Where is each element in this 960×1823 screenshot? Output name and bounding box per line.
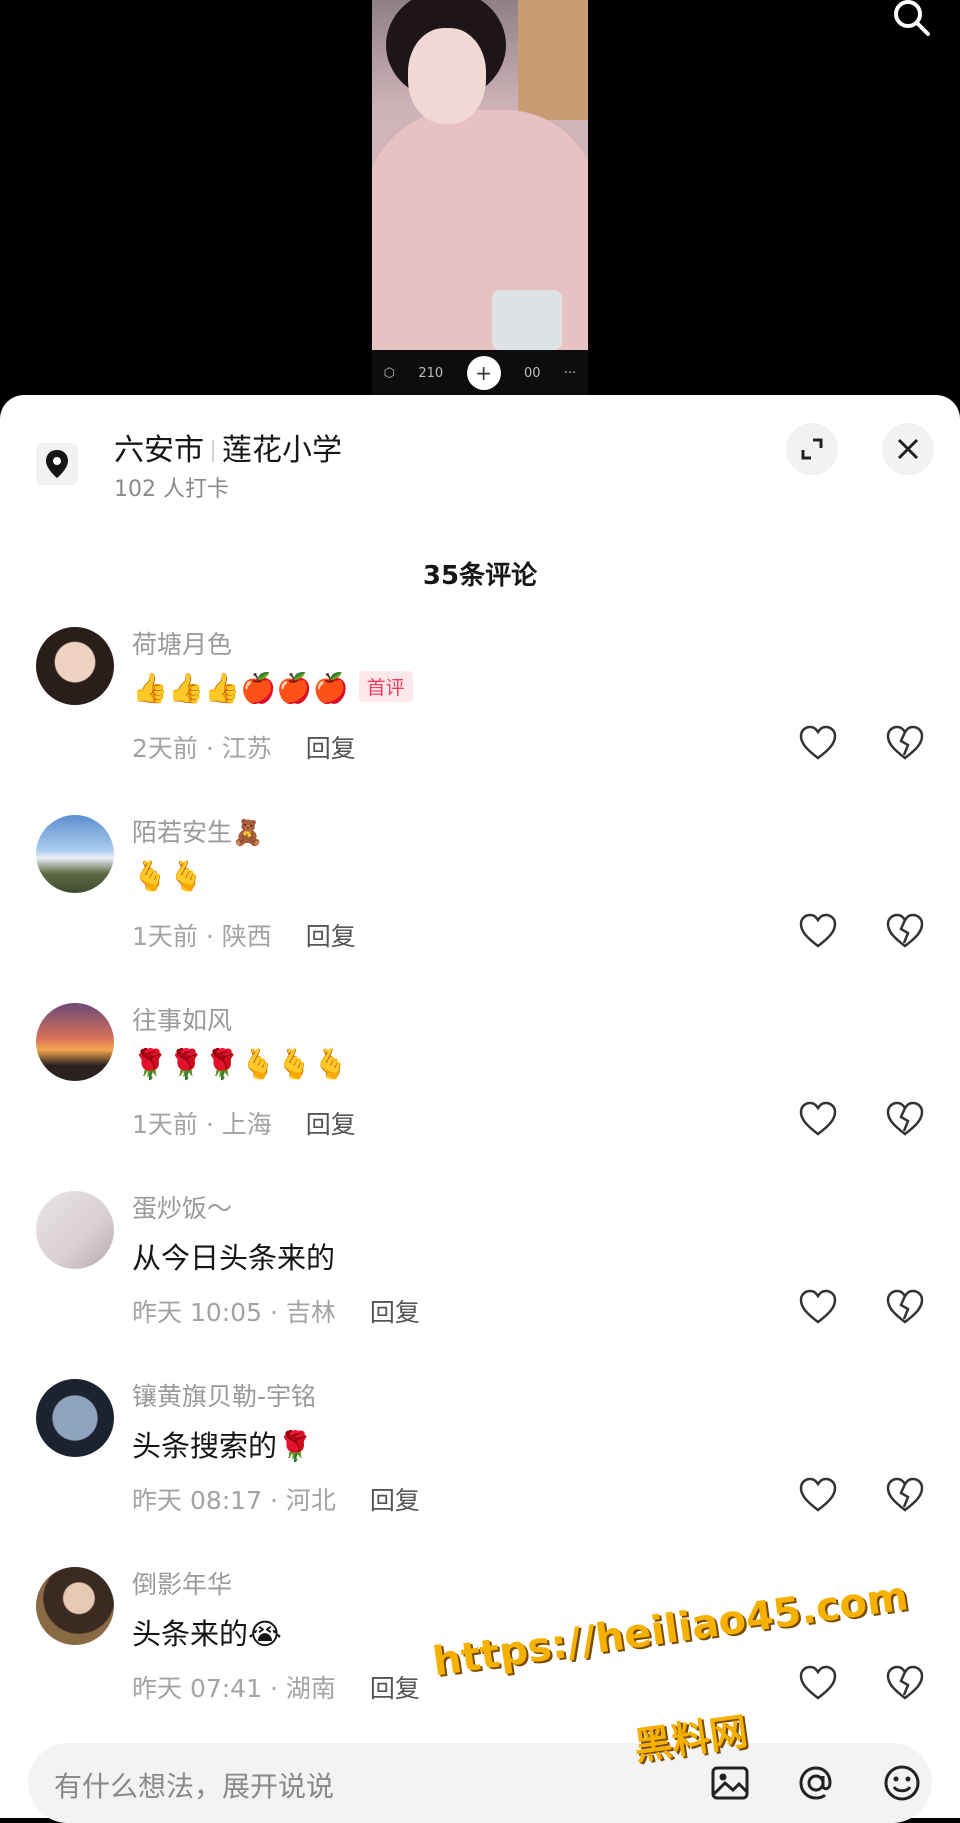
location-separator — [212, 440, 214, 462]
comment-meta: 昨天 08:17 · 河北 回复 — [132, 1486, 420, 1515]
comment-author[interactable]: 往事如风 — [132, 1001, 232, 1037]
search-icon[interactable] — [890, 0, 934, 40]
reply-button[interactable]: 回复 — [370, 1298, 420, 1327]
video-area[interactable]: ⬡ 210 + 00 ··· — [0, 0, 960, 400]
comment-text: 头条搜索的🌹 — [132, 1429, 314, 1463]
comment-text: 头条来的😭 — [132, 1617, 282, 1651]
location-pin-icon — [36, 443, 78, 485]
comment-item: 往事如风 🌹🌹🌹🫰🫰🫰 1天前 · 上海 回复 — [0, 983, 960, 1171]
comment-author[interactable]: 陌若安生🧸 — [132, 813, 263, 849]
comment-meta: 昨天 07:41 · 湖南 回复 — [132, 1674, 420, 1703]
comment-text: 从今日头条来的 — [132, 1241, 336, 1275]
expand-icon — [801, 438, 823, 460]
video-thumbnail[interactable] — [372, 0, 588, 350]
location-title[interactable]: 六安市 莲花小学 — [114, 425, 342, 469]
broken-heart-icon[interactable] — [885, 723, 925, 763]
comment-list[interactable]: 荷塘月色 👍👍👍🍎🍎🍎 首评 2天前 · 江苏 回复 陌若安生🧸 🫰🫰 1天前 · … — [0, 617, 960, 1717]
more-button[interactable]: ··· — [564, 366, 576, 381]
comment-item: 陌若安生🧸 🫰🫰 1天前 · 陕西 回复 — [0, 795, 960, 983]
heart-icon[interactable] — [798, 911, 838, 951]
heart-icon[interactable] — [798, 1287, 838, 1327]
first-comment-badge: 首评 — [358, 671, 413, 702]
rotate-icon[interactable]: ⬡ — [384, 366, 395, 381]
heart-icon[interactable] — [798, 1663, 838, 1703]
reply-button[interactable]: 回复 — [370, 1486, 420, 1515]
expand-button[interactable] — [786, 423, 838, 475]
comment-meta: 1天前 · 陕西 回复 — [132, 922, 356, 951]
toolbar-right-count: 00 — [523, 365, 541, 381]
at-icon[interactable] — [794, 1761, 838, 1805]
avatar[interactable] — [36, 1379, 114, 1457]
comment-author[interactable]: 镶黄旗贝勒-宇铭 — [132, 1377, 316, 1413]
avatar[interactable] — [36, 1003, 114, 1081]
broken-heart-icon[interactable] — [885, 1287, 925, 1327]
comment-item: 镶黄旗贝勒-宇铭 头条搜索的🌹 昨天 08:17 · 河北 回复 — [0, 1359, 960, 1547]
comment-item: 荷塘月色 👍👍👍🍎🍎🍎 首评 2天前 · 江苏 回复 — [0, 617, 960, 795]
comment-meta: 2天前 · 江苏 回复 — [132, 734, 356, 763]
video-toolbar: ⬡ 210 + 00 ··· — [372, 350, 588, 396]
avatar[interactable] — [36, 1567, 114, 1645]
location-place: 莲花小学 — [222, 433, 342, 468]
reply-button[interactable]: 回复 — [306, 734, 356, 763]
toolbar-left-count: 210 — [418, 365, 444, 381]
emoji-icon[interactable] — [880, 1761, 924, 1805]
image-icon[interactable] — [708, 1761, 752, 1805]
reply-button[interactable]: 回复 — [306, 1110, 356, 1139]
avatar[interactable] — [36, 1191, 114, 1269]
checkin-count: 102 人打卡 — [114, 477, 229, 502]
plus-button[interactable]: + — [466, 356, 501, 390]
comment-text: 🌹🌹🌹🫰🫰🫰 — [132, 1047, 349, 1081]
comment-author[interactable]: 蛋炒饭～ — [132, 1189, 232, 1225]
reply-button[interactable]: 回复 — [370, 1674, 420, 1703]
avatar[interactable] — [36, 815, 114, 893]
comment-author[interactable]: 倒影年华 — [132, 1565, 232, 1601]
close-button[interactable] — [882, 423, 934, 475]
broken-heart-icon[interactable] — [885, 1099, 925, 1139]
comment-text: 🫰🫰 — [132, 859, 205, 893]
heart-icon[interactable] — [798, 723, 838, 763]
broken-heart-icon[interactable] — [885, 1475, 925, 1515]
close-icon — [897, 438, 919, 460]
broken-heart-icon[interactable] — [885, 1663, 925, 1703]
comment-count-title: 35条评论 — [422, 561, 538, 591]
comment-meta: 1天前 · 上海 回复 — [132, 1110, 356, 1139]
comment-text: 👍👍👍🍎🍎🍎 首评 — [132, 671, 413, 706]
comment-input-bar[interactable]: 有什么想法，展开说说 — [28, 1743, 932, 1823]
comment-item: 蛋炒饭～ 从今日头条来的 昨天 10:05 · 吉林 回复 — [0, 1171, 960, 1359]
location-city: 六安市 — [114, 433, 204, 468]
reply-button[interactable]: 回复 — [306, 922, 356, 951]
broken-heart-icon[interactable] — [885, 911, 925, 951]
avatar[interactable] — [36, 627, 114, 705]
comment-author[interactable]: 荷塘月色 — [132, 625, 232, 661]
heart-icon[interactable] — [798, 1475, 838, 1515]
comment-meta: 昨天 10:05 · 吉林 回复 — [132, 1298, 420, 1327]
comment-input-placeholder[interactable]: 有什么想法，展开说说 — [54, 1765, 334, 1805]
heart-icon[interactable] — [798, 1099, 838, 1139]
